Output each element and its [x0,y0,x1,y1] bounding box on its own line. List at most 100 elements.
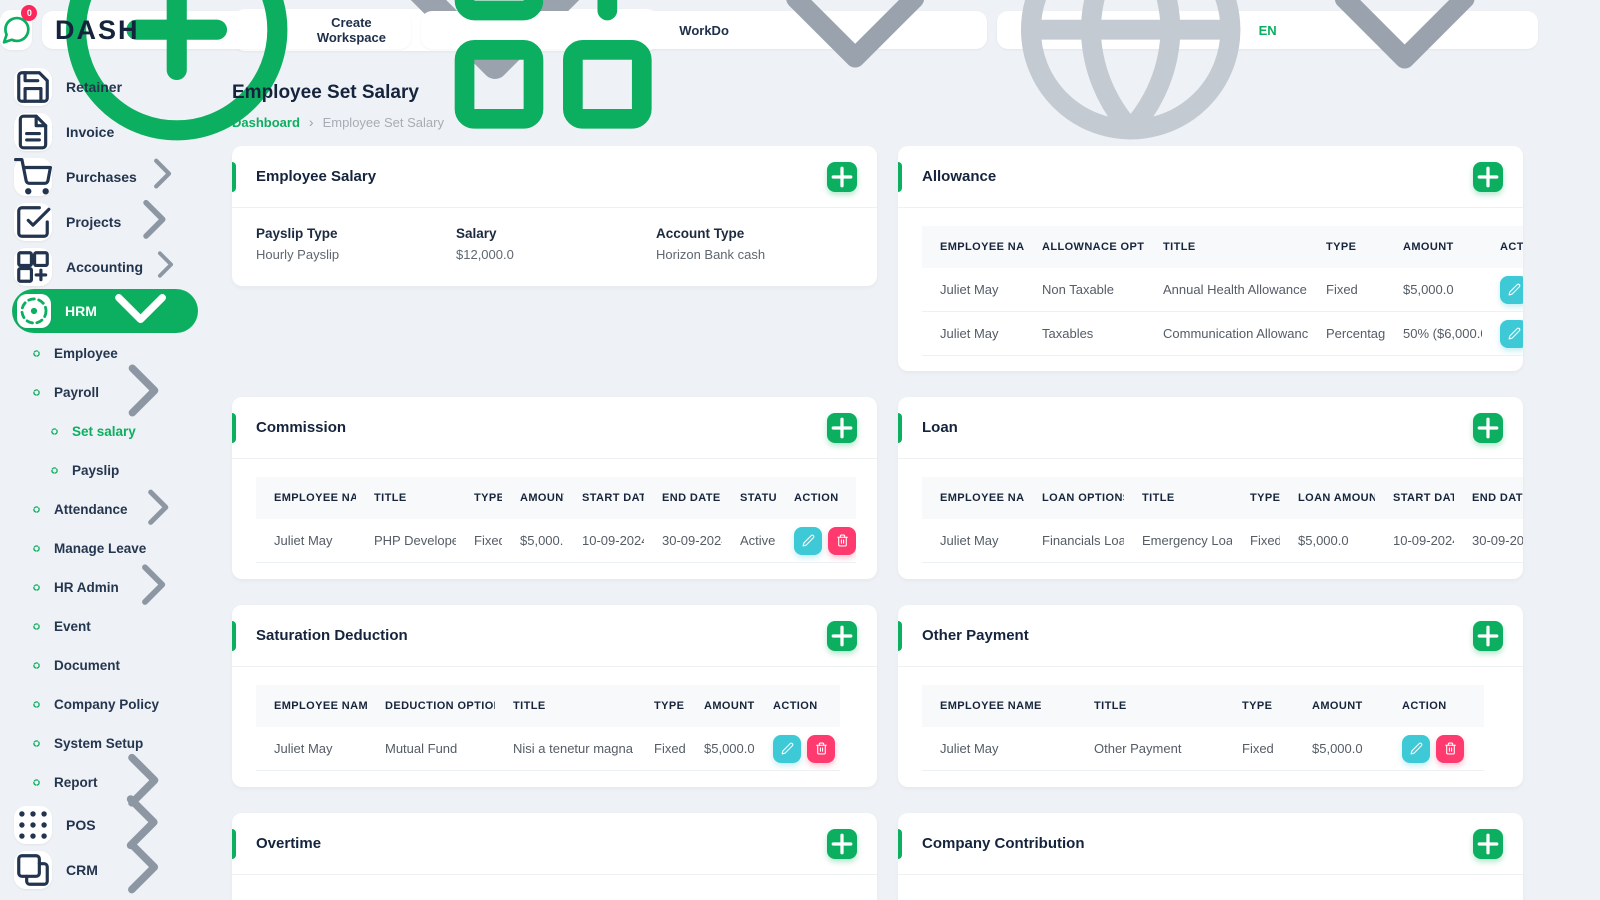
card-accent-bar [232,413,236,443]
column-header-deduction-option: DEDUCTION OPTION [367,685,495,727]
table-cell: Fixed [456,519,502,563]
sidebar-item-retainer[interactable]: Retainer [12,64,198,109]
card-header: Company Contribution [898,813,1523,875]
sidebar-item-label: Report [54,775,98,790]
workdo-menu-button[interactable]: WorkDo [420,0,988,129]
table-cell: $5,000.0 [1385,268,1482,312]
bullet-icon [32,622,41,631]
field-label: Salary [456,226,497,241]
sidebar-item-label: Company Policy [54,697,160,712]
table-cell: Nisi a tenetur magna [495,727,636,771]
other_payment-table: EMPLOYEE NAME TITLE TYPE AMOUNT ACTION Juliet… [922,685,1484,771]
table-cell: Mutual Fund [367,727,495,771]
edit-button[interactable] [1500,319,1523,348]
sidebar-item-set-salary[interactable]: Set salary [12,412,198,451]
commission-card: Commission EMPLOYEE NAMETITLETYPEAMOUNTS… [232,397,877,579]
topbar-actions: 0 Create Workspace WorkDo EN [0,0,1538,141]
bullet-icon [32,505,41,514]
action-cell [755,727,840,771]
sidebar-item-event[interactable]: Event [12,607,198,646]
trash-icon [1444,742,1457,755]
card-header: Other Payment [898,605,1523,667]
pencil-icon [1410,742,1423,755]
column-header-type: TYPE [1232,477,1280,519]
add-employee-salary-button[interactable] [827,162,857,192]
delete-button[interactable] [807,734,835,763]
company-contribution-card: Company Contribution [898,813,1523,900]
hrm-icon [17,294,51,328]
delete-button[interactable] [828,526,856,555]
card-accent-bar [232,621,236,651]
plus-icon [1473,829,1503,859]
add-allowance-button[interactable] [1473,162,1503,192]
sidebar-item-hrm[interactable]: HRM [12,289,198,333]
sidebar-item-crm[interactable]: CRM [12,840,198,894]
sidebar-item-company-policy[interactable]: Company Policy [12,685,198,724]
sidebar-item-label: HR Admin [54,580,119,595]
loan-row: Juliet May Financials Loan Emergency Loan F… [922,519,1523,563]
field-payslip-type: Payslip Type Hourly Payslip [256,226,456,262]
messages-button[interactable]: 0 [0,5,38,50]
breadcrumb-dashboard-link[interactable]: Dashboard [232,115,300,130]
field-account-type: Account Type Horizon Bank cash [656,226,765,262]
sidebar-item-label: Projects [66,213,122,230]
messages-badge: 0 [21,5,38,21]
edit-button[interactable] [773,734,801,763]
breadcrumb: Dashboard › Employee Set Salary [232,114,1523,130]
sidebar-item-invoice[interactable]: Invoice [12,109,198,154]
delete-button[interactable] [1436,734,1464,763]
sidebar-item-label: CRM [66,861,98,878]
edit-button[interactable] [1402,734,1430,763]
edit-button[interactable] [1500,275,1523,304]
create-workspace-label: Create Workspace [316,15,386,45]
sidebar-item-attendance[interactable]: Attendance [12,489,198,529]
column-header-title: TITLE [495,685,636,727]
loan-table-wrap: EMPLOYEE NAMELOAN OPTIONSTITLETYPELOAN A… [898,459,1523,563]
table-cell: Fixed [636,727,686,771]
table-cell: 10-09-2024 [564,519,644,563]
sidebar-item-payroll[interactable]: Payroll [12,364,198,416]
table-cell: $5,000.0 [1280,519,1375,563]
card-accent-bar [898,162,902,192]
bullet-icon [50,466,59,475]
table-cell: 50% ($6,000.0) [1385,311,1482,356]
company-contribution-card-title: Company Contribution [922,835,1085,852]
plus-icon [1473,162,1503,192]
add-saturation-deduction-button[interactable] [827,621,857,651]
add-company-contribution-button[interactable] [1473,829,1503,859]
pencil-icon [1508,327,1521,340]
language-button[interactable]: EN [997,0,1538,140]
add-overtime-button[interactable] [827,829,857,859]
card-accent-bar [898,413,902,443]
employee-salary-card-title: Employee Salary [256,168,377,185]
card-header: Saturation Deduction [232,605,877,667]
add-other-payment-button[interactable] [1473,621,1503,651]
add-commission-button[interactable] [827,413,857,443]
column-header-allownace-option: ALLOWNACE OPTION [1024,226,1145,268]
sidebar-item-hr-admin[interactable]: HR Admin [12,564,198,607]
table-cell: 10-09-2024 [1375,519,1454,563]
trash-icon [836,534,849,547]
add-loan-button[interactable] [1473,413,1503,443]
table-cell: PHP Developer [356,519,456,563]
table-cell: $5,000.0 [502,519,564,563]
topbar: DASH WorkDo 0 Create Workspace WorkDo [0,0,1600,141]
app-logo[interactable]: DASH [45,15,162,46]
sidebar-item-document[interactable]: Document [12,646,198,685]
column-header-employee-name: EMPLOYEE NAME [922,477,1024,519]
table-cell: $5,000.0 [1294,727,1384,771]
bullet-icon [32,583,41,592]
sidebar-item-projects[interactable]: Projects [12,199,198,244]
table-cell: Annual Health Allowance [1145,268,1308,312]
commission-row: Juliet MayPHP DeveloperFixed$5,000.010-0… [256,519,856,563]
edit-button[interactable] [794,526,822,555]
table-cell: Fixed [1308,268,1385,312]
table-cell: Active [722,519,776,563]
column-header-start-date: START DATE [1375,477,1454,519]
pencil-icon [802,534,815,547]
table-cell: Juliet May [922,268,1024,312]
other-payment-card-title: Other Payment [922,627,1029,644]
bullet-icon [32,739,41,748]
card-accent-bar [898,621,902,651]
column-header-amount: AMOUNT [1385,226,1482,268]
